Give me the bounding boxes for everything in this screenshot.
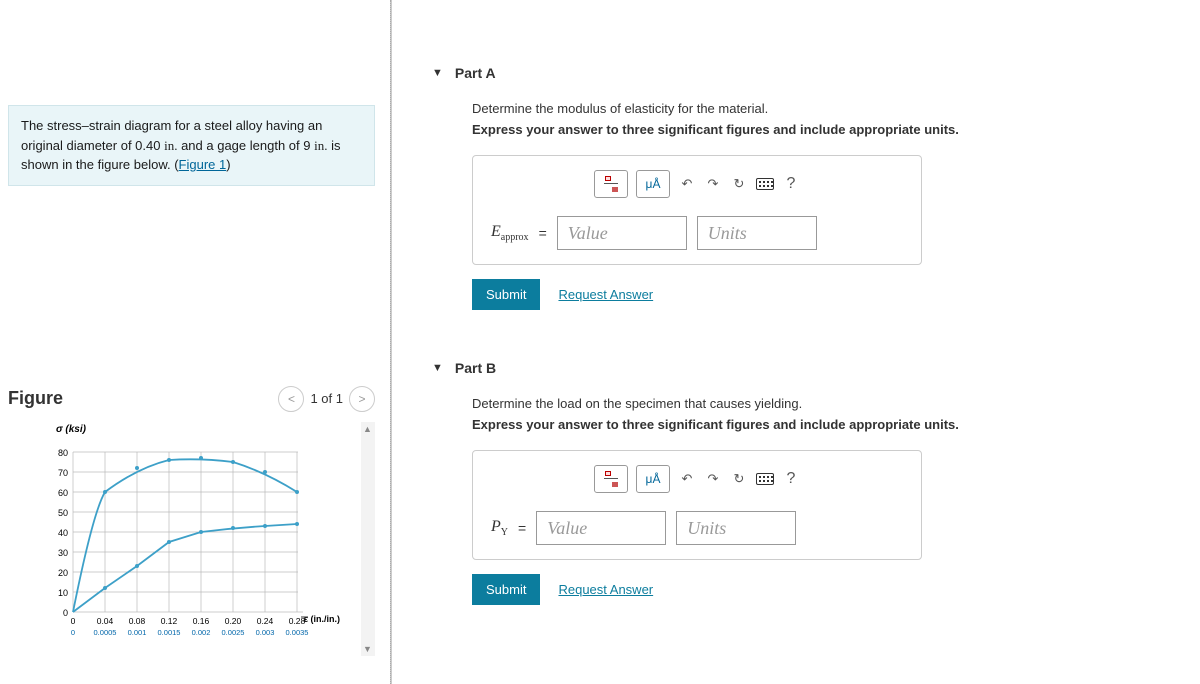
figure-container: σ (ksi) 0 10 20 30 40 50 60 70 80 — [8, 422, 375, 656]
svg-text:ε (in./in.): ε (in./in.) — [304, 614, 340, 624]
submit-button[interactable]: Submit — [472, 279, 540, 310]
part-b-prompt: Determine the load on the specimen that … — [472, 396, 1180, 411]
unit-text: in. — [314, 138, 327, 153]
undo-icon[interactable]: ↶ — [678, 472, 696, 486]
fraction-icon — [601, 175, 621, 193]
unit-text: in. — [164, 138, 177, 153]
part-b-actions: Submit Request Answer — [472, 574, 1180, 605]
help-icon[interactable]: ? — [782, 472, 800, 486]
fraction-tool-button[interactable] — [594, 465, 628, 493]
problem-text: ) — [226, 157, 230, 172]
collapse-icon: ▼ — [432, 67, 443, 79]
variable-label: PY — [491, 518, 508, 538]
part-b-answer-box: μÅ ↶ ↷ ↻ ? PY = — [472, 450, 922, 560]
part-b-body: Determine the load on the specimen that … — [432, 396, 1180, 605]
figure-section: Figure < 1 of 1 > σ (ksi) 0 10 20 — [8, 386, 375, 656]
part-a-answer-box: μÅ ↶ ↷ ↻ ? Eapprox = — [472, 155, 922, 265]
scroll-down-icon[interactable]: ▼ — [363, 644, 372, 654]
fraction-tool-button[interactable] — [594, 170, 628, 198]
svg-text:0.24: 0.24 — [257, 616, 274, 626]
answer-toolbar: μÅ ↶ ↷ ↻ ? — [491, 170, 903, 198]
svg-text:0: 0 — [71, 616, 76, 626]
svg-text:20: 20 — [58, 568, 68, 578]
svg-text:0.20: 0.20 — [225, 616, 242, 626]
part-a-header[interactable]: ▼ Part A — [432, 65, 1180, 81]
request-answer-link[interactable]: Request Answer — [558, 582, 653, 597]
part-a-input-row: Eapprox = — [491, 216, 903, 250]
reset-icon[interactable]: ↻ — [730, 177, 748, 191]
svg-text:50: 50 — [58, 508, 68, 518]
problem-statement: The stress–strain diagram for a steel al… — [8, 105, 375, 186]
svg-text:60: 60 — [58, 488, 68, 498]
answer-toolbar: μÅ ↶ ↷ ↻ ? — [491, 465, 903, 493]
svg-text:10: 10 — [58, 588, 68, 598]
figure-nav: < 1 of 1 > — [278, 386, 375, 412]
problem-text: and a gage length of 9 — [177, 138, 314, 153]
svg-text:0.0015: 0.0015 — [158, 628, 181, 637]
reset-icon[interactable]: ↻ — [730, 472, 748, 486]
part-a-prompt: Determine the modulus of elasticity for … — [472, 101, 1180, 116]
figure-next-button[interactable]: > — [349, 386, 375, 412]
svg-text:0.12: 0.12 — [161, 616, 178, 626]
svg-text:σ (ksi): σ (ksi) — [56, 424, 87, 435]
part-a-instruction: Express your answer to three significant… — [472, 122, 1180, 137]
part-b-label: Part B — [455, 360, 496, 376]
part-b-instruction: Express your answer to three significant… — [472, 417, 1180, 432]
equals-sign: = — [518, 520, 526, 536]
figure-scrollbar[interactable]: ▲ ▼ — [361, 422, 375, 656]
svg-text:70: 70 — [58, 468, 68, 478]
svg-text:40: 40 — [58, 528, 68, 538]
svg-text:0.0025: 0.0025 — [222, 628, 245, 637]
units-tool-button[interactable]: μÅ — [636, 170, 670, 198]
part-b-input-row: PY = — [491, 511, 903, 545]
collapse-icon: ▼ — [432, 362, 443, 374]
equals-sign: = — [539, 225, 547, 241]
svg-text:80: 80 — [58, 448, 68, 458]
svg-text:0: 0 — [71, 628, 75, 637]
value-input[interactable] — [536, 511, 666, 545]
request-answer-link[interactable]: Request Answer — [558, 287, 653, 302]
scroll-up-icon[interactable]: ▲ — [363, 424, 372, 434]
units-input[interactable] — [676, 511, 796, 545]
stress-strain-chart: σ (ksi) 0 10 20 30 40 50 60 70 80 — [38, 422, 358, 642]
right-panel: ▼ Part A Determine the modulus of elasti… — [392, 0, 1200, 684]
svg-text:0: 0 — [63, 608, 68, 618]
figure-count: 1 of 1 — [310, 391, 343, 406]
figure-prev-button[interactable]: < — [278, 386, 304, 412]
svg-text:0.003: 0.003 — [256, 628, 275, 637]
svg-text:0.16: 0.16 — [193, 616, 210, 626]
variable-label: Eapprox — [491, 223, 529, 243]
svg-text:30: 30 — [58, 548, 68, 558]
svg-text:0.0005: 0.0005 — [94, 628, 117, 637]
value-input[interactable] — [557, 216, 687, 250]
part-a-actions: Submit Request Answer — [472, 279, 1180, 310]
part-a-body: Determine the modulus of elasticity for … — [432, 101, 1180, 310]
undo-icon[interactable]: ↶ — [678, 177, 696, 191]
keyboard-icon[interactable] — [756, 177, 774, 191]
svg-text:0.001: 0.001 — [128, 628, 147, 637]
part-b-header[interactable]: ▼ Part B — [432, 360, 1180, 376]
part-a-label: Part A — [455, 65, 496, 81]
svg-text:0.08: 0.08 — [129, 616, 146, 626]
svg-text:0.04: 0.04 — [97, 616, 114, 626]
figure-title: Figure — [8, 388, 63, 409]
redo-icon[interactable]: ↷ — [704, 177, 722, 191]
keyboard-icon[interactable] — [756, 472, 774, 486]
svg-text:0.0035: 0.0035 — [286, 628, 309, 637]
svg-text:0.002: 0.002 — [192, 628, 211, 637]
redo-icon[interactable]: ↷ — [704, 472, 722, 486]
fraction-icon — [601, 470, 621, 488]
units-tool-button[interactable]: μÅ — [636, 465, 670, 493]
left-panel: The stress–strain diagram for a steel al… — [0, 0, 390, 684]
units-input[interactable] — [697, 216, 817, 250]
submit-button[interactable]: Submit — [472, 574, 540, 605]
help-icon[interactable]: ? — [782, 177, 800, 191]
figure-link[interactable]: Figure 1 — [179, 157, 227, 172]
